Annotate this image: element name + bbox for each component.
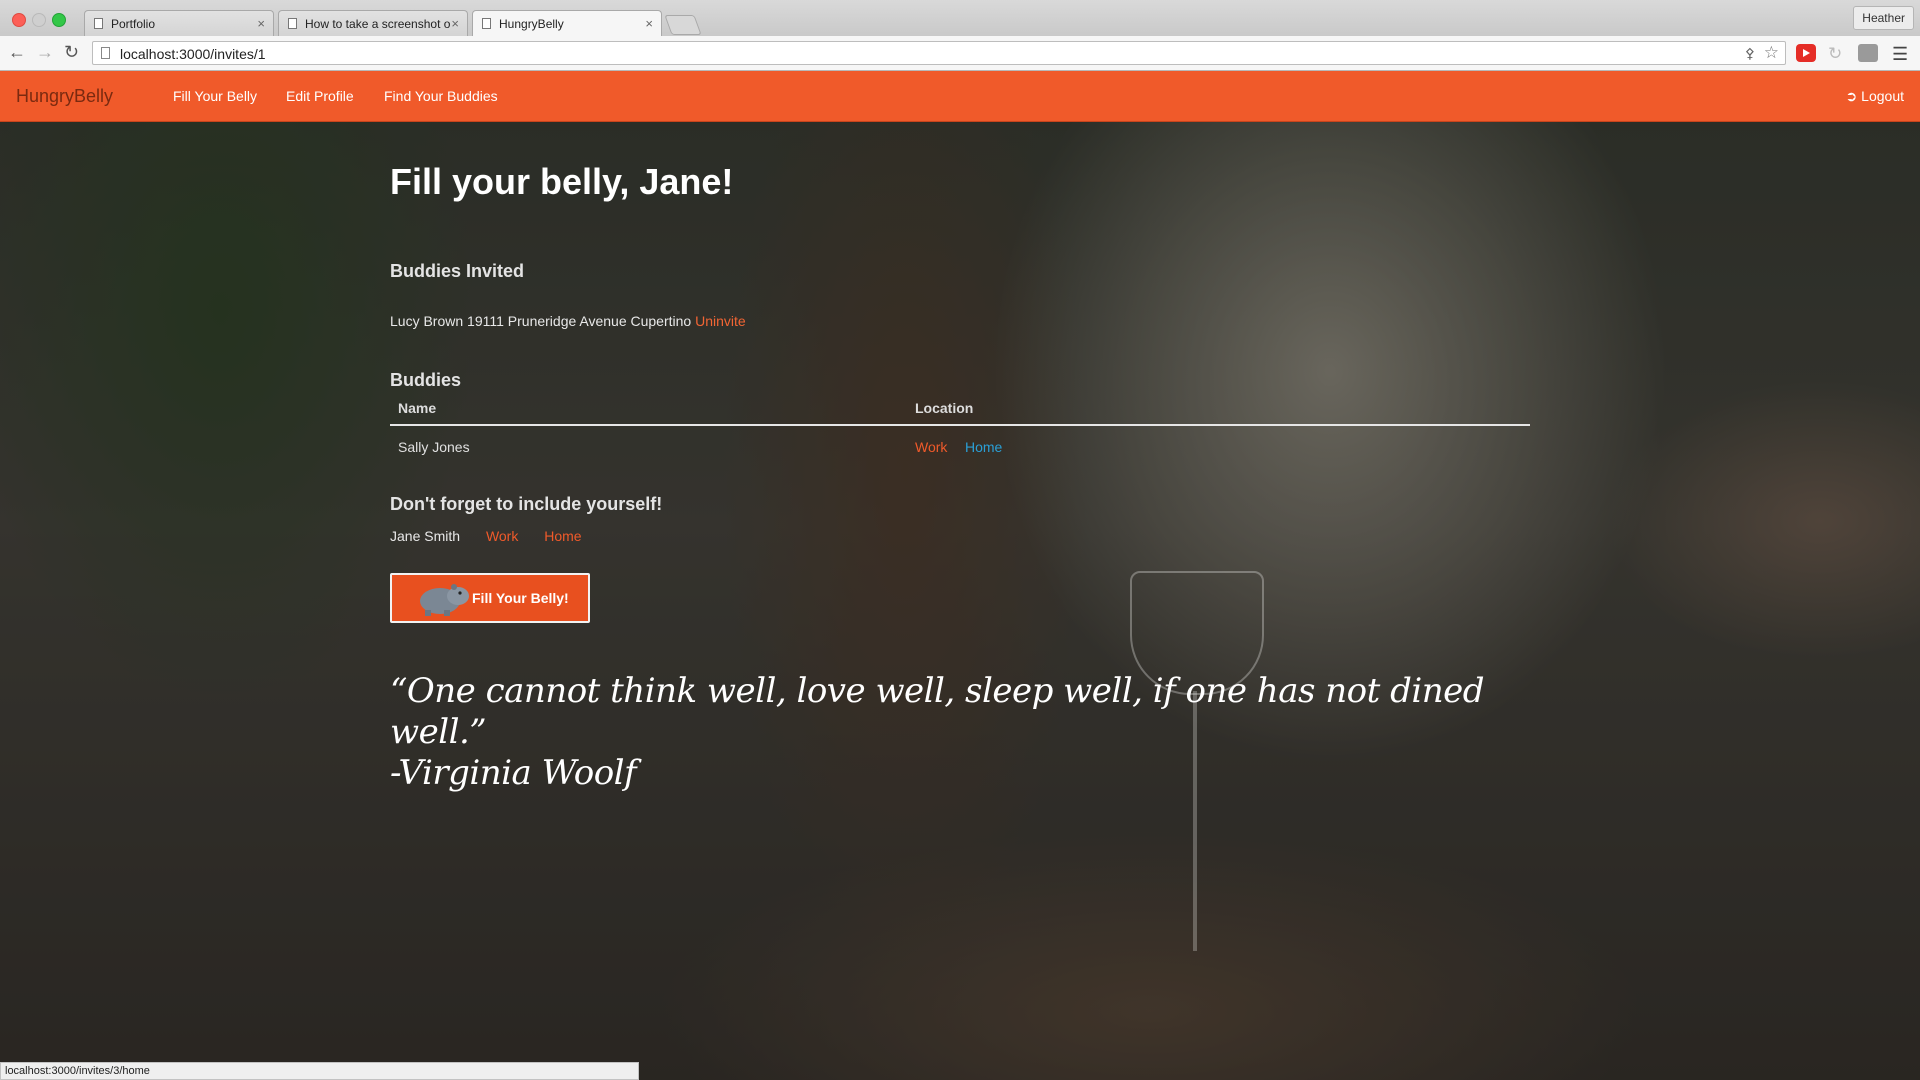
- column-header-location: Location: [915, 400, 974, 416]
- close-icon[interactable]: ×: [257, 16, 265, 31]
- quote: “One cannot think well, love well, sleep…: [390, 671, 1530, 794]
- self-row: Jane Smith Work Home: [390, 528, 604, 544]
- buddy-work-link[interactable]: Work: [915, 439, 947, 455]
- new-tab-button[interactable]: [664, 15, 702, 35]
- fill-your-belly-button[interactable]: Fill Your Belly!: [390, 573, 590, 623]
- tab-hungrybelly[interactable]: HungryBelly ×: [472, 10, 662, 36]
- invited-heading: Buddies Invited: [390, 261, 525, 281]
- self-home-link[interactable]: Home: [544, 528, 581, 544]
- uninvite-link[interactable]: Uninvite: [695, 313, 746, 329]
- page-icon: [482, 18, 491, 29]
- tab-portfolio[interactable]: Portfolio ×: [84, 10, 274, 36]
- hippo-icon: [420, 584, 469, 616]
- buddy-home-link[interactable]: Home: [965, 439, 1002, 455]
- reload-icon[interactable]: ↻: [64, 43, 79, 61]
- youtube-extension-icon[interactable]: [1796, 44, 1816, 62]
- self-work-link[interactable]: Work: [486, 528, 518, 544]
- tab-label: Portfolio: [111, 17, 156, 31]
- quote-author: -Virginia Woolf: [390, 753, 637, 793]
- buddy-name: Sally Jones: [398, 439, 470, 455]
- fill-button-label: Fill Your Belly!: [472, 590, 569, 606]
- tab-strip: Portfolio × How to take a screenshot o ×…: [0, 0, 1920, 36]
- forward-icon[interactable]: →: [36, 43, 54, 61]
- invited-item: Lucy Brown 19111 Pruneridge Avenue Cuper…: [390, 313, 746, 329]
- key-icon[interactable]: ⚴: [1745, 45, 1755, 62]
- maximize-window-button[interactable]: [52, 13, 66, 27]
- browser-toolbar: ← → ↻ localhost:3000/invites/1 ⚴ ☆ ↻ ☰: [0, 36, 1920, 71]
- back-icon[interactable]: ←: [8, 43, 26, 61]
- star-icon[interactable]: ☆: [1764, 43, 1779, 63]
- address-bar[interactable]: localhost:3000/invites/1 ⚴ ☆: [92, 41, 1786, 65]
- page-icon: [101, 47, 110, 59]
- nav-fill-your-belly[interactable]: Fill Your Belly: [173, 88, 257, 104]
- minimize-window-button[interactable]: [32, 13, 46, 27]
- nav-find-your-buddies[interactable]: Find Your Buddies: [384, 88, 498, 104]
- table-header-divider: [390, 424, 1530, 426]
- quote-text: “One cannot think well, love well, sleep…: [390, 671, 1485, 752]
- logout-link[interactable]: ➲ Logout: [1846, 88, 1904, 105]
- nav-edit-profile[interactable]: Edit Profile: [286, 88, 354, 104]
- navbar: HungryBelly Fill Your Belly Edit Profile…: [0, 71, 1920, 122]
- url-text[interactable]: localhost:3000/invites/1: [120, 46, 266, 62]
- extension-icon[interactable]: ↻: [1828, 44, 1848, 63]
- tab-label: HungryBelly: [499, 17, 564, 31]
- brand-link[interactable]: HungryBelly: [16, 86, 113, 107]
- invited-text: Lucy Brown 19111 Pruneridge Avenue Cuper…: [390, 313, 692, 329]
- apple-icon: [288, 18, 297, 29]
- self-name: Jane Smith: [390, 528, 461, 544]
- buddies-heading: Buddies: [390, 370, 462, 390]
- column-header-name: Name: [398, 400, 437, 416]
- close-window-button[interactable]: [12, 13, 26, 27]
- page-title: Fill your belly, Jane!: [390, 161, 734, 202]
- logout-icon: ➲: [1845, 88, 1858, 104]
- close-icon[interactable]: ×: [451, 16, 459, 31]
- profile-button[interactable]: Heather: [1853, 6, 1914, 30]
- tab-screenshot[interactable]: How to take a screenshot o ×: [278, 10, 468, 36]
- close-icon[interactable]: ×: [645, 16, 653, 31]
- background-photo: [0, 71, 1920, 1080]
- shield-extension-icon[interactable]: [1858, 44, 1878, 62]
- page-viewport: HungryBelly Fill Your Belly Edit Profile…: [0, 71, 1920, 1080]
- status-bar: localhost:3000/invites/3/home: [0, 1062, 639, 1080]
- page-icon: [94, 18, 103, 29]
- tab-label: How to take a screenshot o: [305, 17, 451, 31]
- menu-icon[interactable]: ☰: [1892, 44, 1908, 65]
- self-heading: Don't forget to include yourself!: [390, 494, 663, 514]
- logout-label: Logout: [1861, 88, 1904, 104]
